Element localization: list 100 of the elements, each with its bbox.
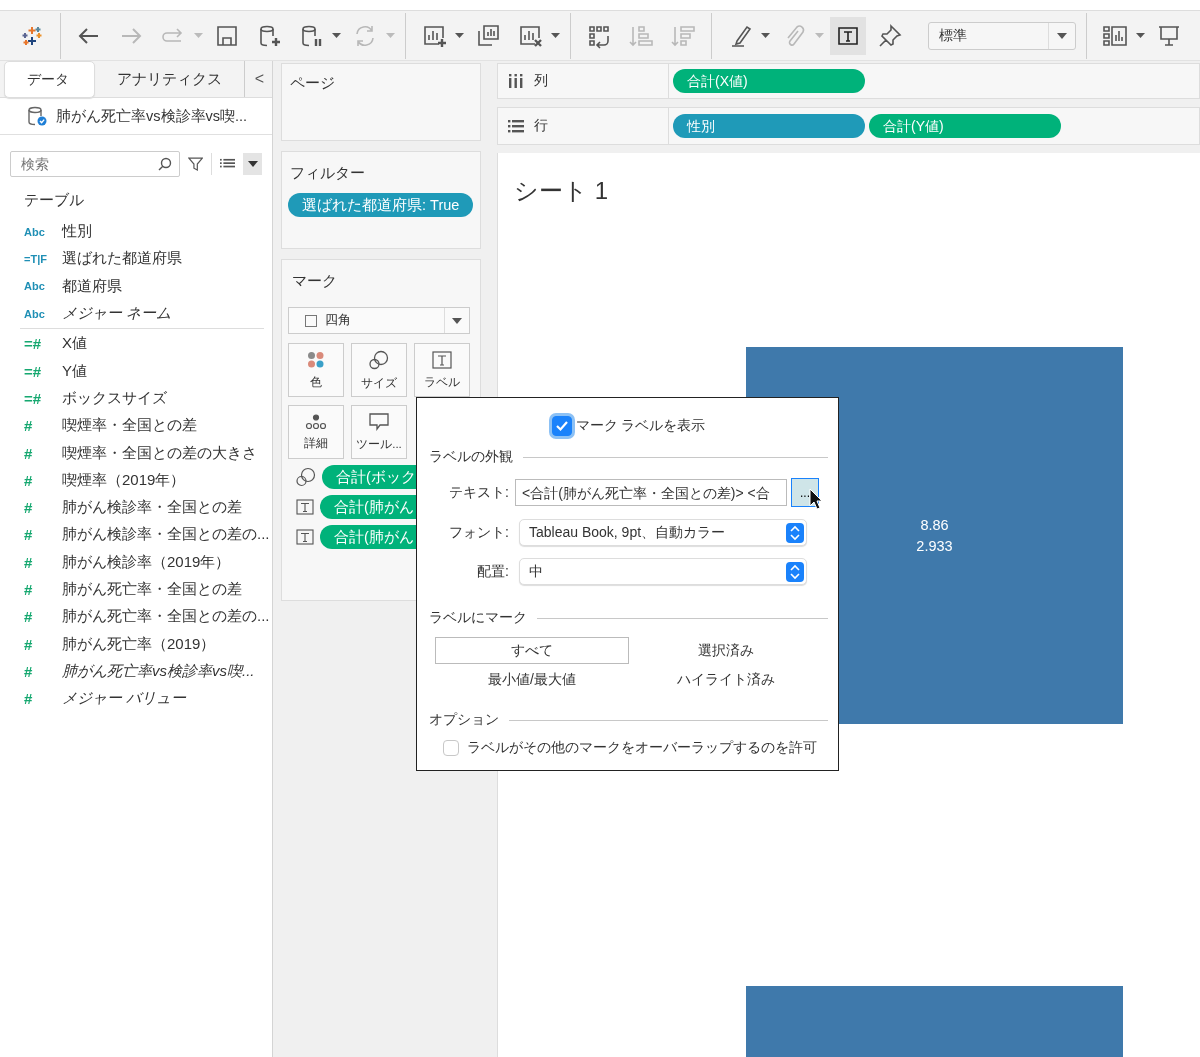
mark-property-button[interactable]: 色 xyxy=(288,343,344,397)
field-name: 肺がん検診率・全国との差の... xyxy=(62,525,270,545)
caret-icon xyxy=(452,317,462,324)
toolbar-button[interactable] xyxy=(830,16,866,55)
field-item[interactable]: # 肺がん検診率・全国との差の... xyxy=(0,521,272,549)
field-item[interactable]: # 肺がん死亡率vs検診率vs喫... xyxy=(0,657,272,686)
caret-icon[interactable] xyxy=(1057,32,1067,39)
field-name: 肺がん死亡率vs検診率vs喫... xyxy=(62,661,255,681)
card-title: フィルター xyxy=(289,163,366,183)
caret-icon xyxy=(247,161,258,167)
mark-property-button[interactable]: ラベル xyxy=(414,343,470,397)
field-type-icon: # xyxy=(24,635,62,653)
mark-property-button[interactable]: 詳細 xyxy=(288,405,344,459)
field-item[interactable]: # 喫煙率・全国との差 xyxy=(0,412,272,440)
field-name: 肺がん検診率・全国との差 xyxy=(62,498,242,518)
stepper-icon xyxy=(786,561,804,582)
field-name: 喫煙率・全国との差 xyxy=(62,416,197,436)
field-type-icon: # xyxy=(24,526,62,544)
caret-icon[interactable] xyxy=(1136,33,1145,38)
field-item[interactable]: =# Y値 xyxy=(0,357,272,385)
field-item[interactable]: # 肺がん死亡率・全国との差 xyxy=(0,575,272,604)
sheet-title: シート 1 xyxy=(513,176,609,206)
stepper-icon xyxy=(786,522,804,543)
text-label-icon xyxy=(296,529,314,545)
checkbox-label: ラベルがその他のマークをオーバーラップするのを許可 xyxy=(467,739,817,757)
field-name: ボックスサイズ xyxy=(62,388,167,408)
shelf-label: 行 xyxy=(534,117,548,135)
field-name: 肺がん死亡率・全国との差 xyxy=(62,580,242,599)
field-item[interactable]: # 喫煙率（2019年） xyxy=(0,466,272,494)
duplicate-chart-icon xyxy=(475,22,501,49)
database-check-icon xyxy=(26,105,48,127)
checkbox[interactable] xyxy=(443,740,459,756)
label-text-field[interactable]: <合計(肺がん死亡率・全国との差)> <合 xyxy=(515,479,787,506)
form-label: 配置: xyxy=(476,562,509,581)
size-circles-icon xyxy=(296,467,316,487)
section-heading: テーブル xyxy=(23,190,85,210)
mark-label: 8.86 xyxy=(920,515,949,535)
checkbox[interactable] xyxy=(551,416,572,436)
field-name: 都道府県 xyxy=(62,276,122,296)
caret-icon[interactable] xyxy=(761,33,770,38)
section-heading: オプション xyxy=(429,711,499,729)
checkmark-icon xyxy=(554,420,569,432)
field-item[interactable]: # 肺がん死亡率・全国との差の... xyxy=(0,603,272,631)
field-name: メジャー ネーム xyxy=(62,304,172,324)
field-name: 選ばれた都道府県 xyxy=(62,249,182,269)
mark-label: 2.933 xyxy=(916,536,953,556)
field-item[interactable]: Abc 性別 xyxy=(0,218,272,246)
field-item[interactable]: =# ボックスサイズ xyxy=(0,384,272,413)
field-item[interactable]: Abc 都道府県 xyxy=(0,272,272,300)
speech-bubble-icon xyxy=(369,412,389,431)
caret-icon[interactable] xyxy=(332,33,341,38)
search-field[interactable]: 検索 xyxy=(10,151,180,177)
font-select[interactable]: Tableau Book, 9pt、自動カラー xyxy=(519,519,807,546)
caret-icon[interactable] xyxy=(455,33,464,38)
pane-tab[interactable]: データ xyxy=(4,61,95,98)
pin-icon xyxy=(877,22,903,49)
field-type-icon: Abc xyxy=(24,307,62,320)
field-type-icon: =T|F xyxy=(24,252,62,265)
field-name: Y値 xyxy=(62,361,87,381)
field-item[interactable]: # 喫煙率・全国との差の大きさ xyxy=(0,439,272,467)
field-type-icon: # xyxy=(24,499,62,517)
pane-tab[interactable]: アナリティクス xyxy=(95,61,245,97)
mark-type-dropdown[interactable]: 四角 xyxy=(288,307,470,334)
caret-icon[interactable] xyxy=(551,33,560,38)
field-type-icon: # xyxy=(24,581,62,598)
field-item[interactable]: =# X値 xyxy=(0,330,272,358)
text-label-icon xyxy=(296,499,314,515)
detail-dots-icon xyxy=(305,413,327,430)
filter-icon[interactable] xyxy=(188,155,204,173)
search-icon xyxy=(158,157,172,171)
view-dropdown-button[interactable] xyxy=(243,153,262,175)
option-toggle[interactable]: 最小値/最大値 xyxy=(435,666,629,693)
option-toggle[interactable]: すべて xyxy=(435,637,629,664)
field-type-icon: =# xyxy=(24,335,62,353)
field-type-icon: =# xyxy=(24,362,62,380)
datasource-name[interactable]: 肺がん死亡率vs検診率vs喫... xyxy=(56,106,248,126)
mark-property-button[interactable]: ツール... xyxy=(351,405,407,459)
form-label: フォント: xyxy=(448,523,509,542)
field-type-icon: # xyxy=(24,608,62,626)
field-type-icon: # xyxy=(24,417,62,435)
field-item[interactable]: # 肺がん検診率・全国との差 xyxy=(0,493,272,522)
color-dots-icon xyxy=(307,350,325,369)
fit-dropdown-value[interactable]: 標準 xyxy=(939,26,967,45)
collapse-button[interactable]: < xyxy=(245,61,272,97)
field-type-icon: # xyxy=(24,553,62,571)
field-name: 肺がん死亡率・全国との差の... xyxy=(62,607,270,627)
field-item[interactable]: # 肺がん検診率（2019年） xyxy=(0,548,272,576)
mark-property-button[interactable]: サイズ xyxy=(351,343,407,397)
field-type-icon: # xyxy=(24,662,62,680)
field-name: 性別 xyxy=(62,222,92,242)
field-item[interactable]: =T|F 選ばれた都道府県 xyxy=(0,245,272,273)
alignment-select[interactable]: 中 xyxy=(519,558,807,585)
field-item[interactable]: Abc メジャー ネーム xyxy=(0,299,272,328)
field-item[interactable]: # 肺がん死亡率（2019） xyxy=(0,630,272,658)
mouse-pointer-icon xyxy=(809,488,823,510)
field-name: 肺がん死亡率（2019） xyxy=(62,634,216,654)
field-name: メジャー バリュー xyxy=(62,689,187,709)
field-type-icon: Abc xyxy=(24,225,62,238)
field-item[interactable]: # メジャー バリュー xyxy=(0,685,272,713)
field-name: 喫煙率・全国との差の大きさ xyxy=(62,443,257,463)
